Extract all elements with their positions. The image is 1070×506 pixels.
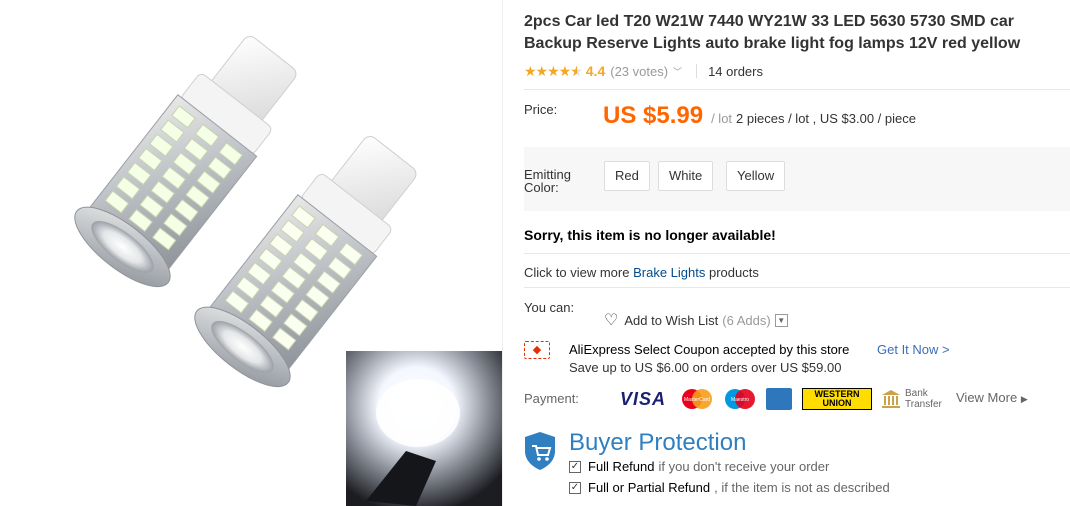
bank-transfer-logo: Bank Transfer (881, 388, 942, 410)
checkbox-checked-icon: ✓ (569, 481, 581, 494)
coupon-icon: ◆ (524, 341, 550, 359)
coupon-subtitle: Save up to US $6.00 on orders over US $5… (569, 360, 842, 375)
color-option-white[interactable]: White (658, 161, 714, 191)
mastercard-logo: MasterCard (680, 388, 714, 410)
buyer-protection-title: Buyer Protection (569, 429, 747, 456)
divider (696, 64, 698, 78)
bank-transfer-line1: Bank (905, 388, 928, 399)
more-products-line: Click to view more Brake Lights products (524, 265, 759, 280)
divider (524, 89, 1070, 90)
price-unit: / lot (711, 111, 733, 126)
you-can-label: You can: (524, 300, 575, 315)
full-refund-label: Full Refund (588, 459, 655, 474)
star-rating-icon: ★★★★★ (524, 63, 583, 80)
wishlist-label: Add to Wish List (624, 312, 719, 328)
partial-refund-note: , if the item is not as described (714, 480, 890, 495)
lit-bulb-thumbnail[interactable] (346, 351, 502, 506)
chevron-down-icon[interactable]: ▼ (774, 313, 788, 327)
divider (524, 287, 1070, 288)
rating-row: ★★★★★ 4.4 (23 votes) ﹀ 14 orders (524, 62, 763, 80)
visa-logo: VISA (620, 389, 667, 409)
sku-options: Emitting Color: Red White Yellow (524, 147, 1070, 211)
bank-icon (882, 390, 900, 408)
more-products-suffix: products (708, 265, 759, 280)
add-to-wishlist-button[interactable]: ♡ Add to Wish List (6 Adds) ▼ (604, 310, 788, 330)
price-amount: US $5.99 (603, 102, 704, 129)
color-option-yellow[interactable]: Yellow (726, 161, 786, 191)
partial-refund-item: ✓ Full or Partial Refund , if the item i… (569, 480, 890, 495)
mastercard-text: MasterCard (684, 397, 710, 403)
price-row: US $5.99 / lot 2 pieces / lot , US $3.00… (603, 102, 916, 130)
buyer-protection-shield-icon (525, 432, 555, 470)
full-refund-note: if you don't receive your order (658, 459, 830, 474)
western-union-logo: WESTERN UNION (802, 388, 872, 410)
emitting-color-label: Emitting Color: (524, 168, 571, 194)
amex-logo (766, 388, 792, 410)
more-products-prefix: Click to view more (524, 265, 630, 280)
lot-detail: 2 pieces / lot , US $3.00 / piece (736, 111, 916, 126)
bank-transfer-line2: Transfer (905, 399, 942, 410)
orders-count: 14 orders (708, 63, 763, 79)
full-refund-item: ✓ Full Refund if you don't receive your … (569, 459, 829, 474)
votes-link[interactable]: (23 votes) (610, 64, 668, 79)
payment-label: Payment: (524, 391, 579, 406)
brake-lights-link[interactable]: Brake Lights (633, 265, 705, 280)
bank-transfer-text: Bank Transfer (905, 388, 942, 410)
product-image-gallery[interactable] (0, 0, 503, 506)
checkbox-checked-icon: ✓ (569, 460, 581, 473)
chevron-down-icon[interactable]: ﹀ (673, 65, 682, 78)
heart-icon: ♡ (604, 312, 619, 329)
unavailable-message: Sorry, this item is no longer available! (524, 227, 776, 243)
view-more-payment-link[interactable]: View More ▶ (956, 390, 1028, 405)
western-union-line2: UNION (822, 398, 852, 408)
emitting-color-label-line2: Color: (524, 180, 559, 195)
wishlist-adds-count: (6 Adds) (722, 312, 771, 328)
maestro-logo: Maestro (723, 388, 757, 410)
caret-right-icon: ▶ (1020, 394, 1028, 404)
price-label: Price: (524, 102, 558, 117)
view-more-label: View More (956, 390, 1018, 405)
product-title: 2pcs Car led T20 W21W 7440 WY21W 33 LED … (524, 13, 1021, 52)
get-coupon-link[interactable]: Get It Now > (877, 342, 950, 357)
maestro-text: Maestro (731, 397, 749, 403)
color-option-red[interactable]: Red (604, 161, 650, 191)
divider (524, 253, 1070, 254)
partial-refund-label: Full or Partial Refund (588, 480, 711, 495)
rating-value: 4.4 (585, 63, 606, 79)
coupon-title: AliExpress Select Coupon accepted by thi… (569, 342, 850, 357)
